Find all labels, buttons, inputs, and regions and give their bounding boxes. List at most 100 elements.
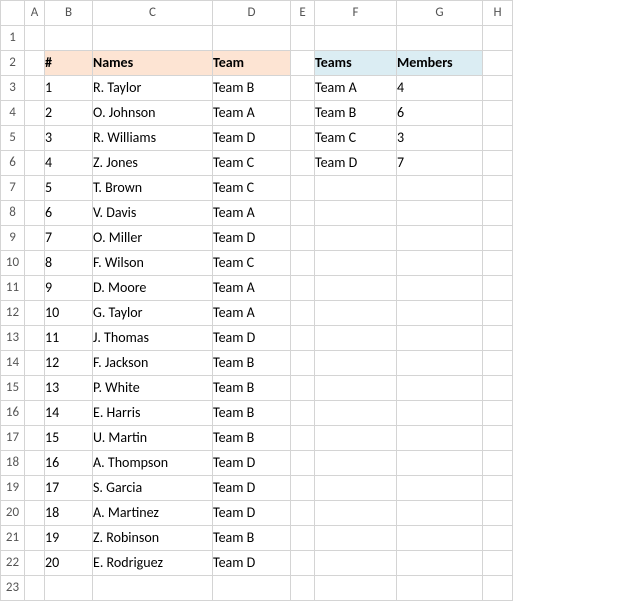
cell-G20[interactable] [397,501,483,526]
cell-A22[interactable] [25,551,45,576]
table1-team-18[interactable]: Team B [213,526,291,551]
table1-name-3[interactable]: Z. Jones [93,151,213,176]
row-header-1[interactable]: 1 [1,26,25,51]
cell-E20[interactable] [291,501,315,526]
col-header-G[interactable]: G [397,1,483,26]
table1-num-1[interactable]: 2 [45,101,93,126]
cell-E11[interactable] [291,276,315,301]
cell-E23[interactable] [291,576,315,601]
row-header-7[interactable]: 7 [1,176,25,201]
table1-num-11[interactable]: 12 [45,351,93,376]
row-header-12[interactable]: 12 [1,301,25,326]
cell-E6[interactable] [291,151,315,176]
cell-H1[interactable] [483,26,513,51]
cell-H9[interactable] [483,226,513,251]
cell-A13[interactable] [25,326,45,351]
cell-F1[interactable] [315,26,397,51]
table1-team-0[interactable]: Team B [213,76,291,101]
cell-H14[interactable] [483,351,513,376]
table1-name-1[interactable]: O. Johnson [93,101,213,126]
cell-G16[interactable] [397,401,483,426]
cell-G17[interactable] [397,426,483,451]
table2-team-3[interactable]: Team D [315,151,397,176]
cell-E17[interactable] [291,426,315,451]
cell-E9[interactable] [291,226,315,251]
table1-team-16[interactable]: Team D [213,476,291,501]
cell-G11[interactable] [397,276,483,301]
table2-members-0[interactable]: 4 [397,76,483,101]
grid[interactable]: ABCDEFGH12#NamesTeamTeamsMembers31R. Tay… [0,0,513,601]
cell-F14[interactable] [315,351,397,376]
cell-F12[interactable] [315,301,397,326]
cell-A23[interactable] [25,576,45,601]
cell-F11[interactable] [315,276,397,301]
table1-team-12[interactable]: Team B [213,376,291,401]
cell-C1[interactable] [93,26,213,51]
cell-E16[interactable] [291,401,315,426]
row-header-20[interactable]: 20 [1,501,25,526]
cell-B23[interactable] [45,576,93,601]
cell-A12[interactable] [25,301,45,326]
row-header-21[interactable]: 21 [1,526,25,551]
cell-H6[interactable] [483,151,513,176]
table1-team-7[interactable]: Team C [213,251,291,276]
cell-G19[interactable] [397,476,483,501]
table1-num-10[interactable]: 11 [45,326,93,351]
row-header-8[interactable]: 8 [1,201,25,226]
table1-num-17[interactable]: 18 [45,501,93,526]
row-header-6[interactable]: 6 [1,151,25,176]
cell-A16[interactable] [25,401,45,426]
cell-G10[interactable] [397,251,483,276]
cell-G9[interactable] [397,226,483,251]
cell-H22[interactable] [483,551,513,576]
cell-E3[interactable] [291,76,315,101]
col-header-E[interactable]: E [291,1,315,26]
cell-H3[interactable] [483,76,513,101]
table1-num-19[interactable]: 20 [45,551,93,576]
cell-G1[interactable] [397,26,483,51]
table1-team-17[interactable]: Team D [213,501,291,526]
cell-F16[interactable] [315,401,397,426]
cell-E14[interactable] [291,351,315,376]
cell-E18[interactable] [291,451,315,476]
table1-team-15[interactable]: Team D [213,451,291,476]
table1-name-10[interactable]: J. Thomas [93,326,213,351]
table1-team-3[interactable]: Team C [213,151,291,176]
col-header-F[interactable]: F [315,1,397,26]
table1-team-2[interactable]: Team D [213,126,291,151]
cell-E13[interactable] [291,326,315,351]
cell-F18[interactable] [315,451,397,476]
table1-header-team[interactable]: Team [213,51,291,76]
cell-H17[interactable] [483,426,513,451]
table1-team-1[interactable]: Team A [213,101,291,126]
cell-E19[interactable] [291,476,315,501]
table1-team-19[interactable]: Team D [213,551,291,576]
table1-header-names[interactable]: Names [93,51,213,76]
table1-name-14[interactable]: U. Martin [93,426,213,451]
cell-G7[interactable] [397,176,483,201]
cell-F21[interactable] [315,526,397,551]
cell-F19[interactable] [315,476,397,501]
table1-name-5[interactable]: V. Davis [93,201,213,226]
cell-A9[interactable] [25,226,45,251]
cell-A20[interactable] [25,501,45,526]
cell-A6[interactable] [25,151,45,176]
cell-H20[interactable] [483,501,513,526]
table1-num-13[interactable]: 14 [45,401,93,426]
col-header-C[interactable]: C [93,1,213,26]
table1-num-4[interactable]: 5 [45,176,93,201]
col-header-A[interactable]: A [25,1,45,26]
cell-H13[interactable] [483,326,513,351]
table1-name-11[interactable]: F. Jackson [93,351,213,376]
cell-H10[interactable] [483,251,513,276]
cell-C23[interactable] [93,576,213,601]
cell-G15[interactable] [397,376,483,401]
table1-num-3[interactable]: 4 [45,151,93,176]
table1-name-2[interactable]: R. Williams [93,126,213,151]
table1-name-16[interactable]: S. Garcia [93,476,213,501]
cell-E12[interactable] [291,301,315,326]
cell-A18[interactable] [25,451,45,476]
cell-E22[interactable] [291,551,315,576]
cell-H21[interactable] [483,526,513,551]
cell-E1[interactable] [291,26,315,51]
